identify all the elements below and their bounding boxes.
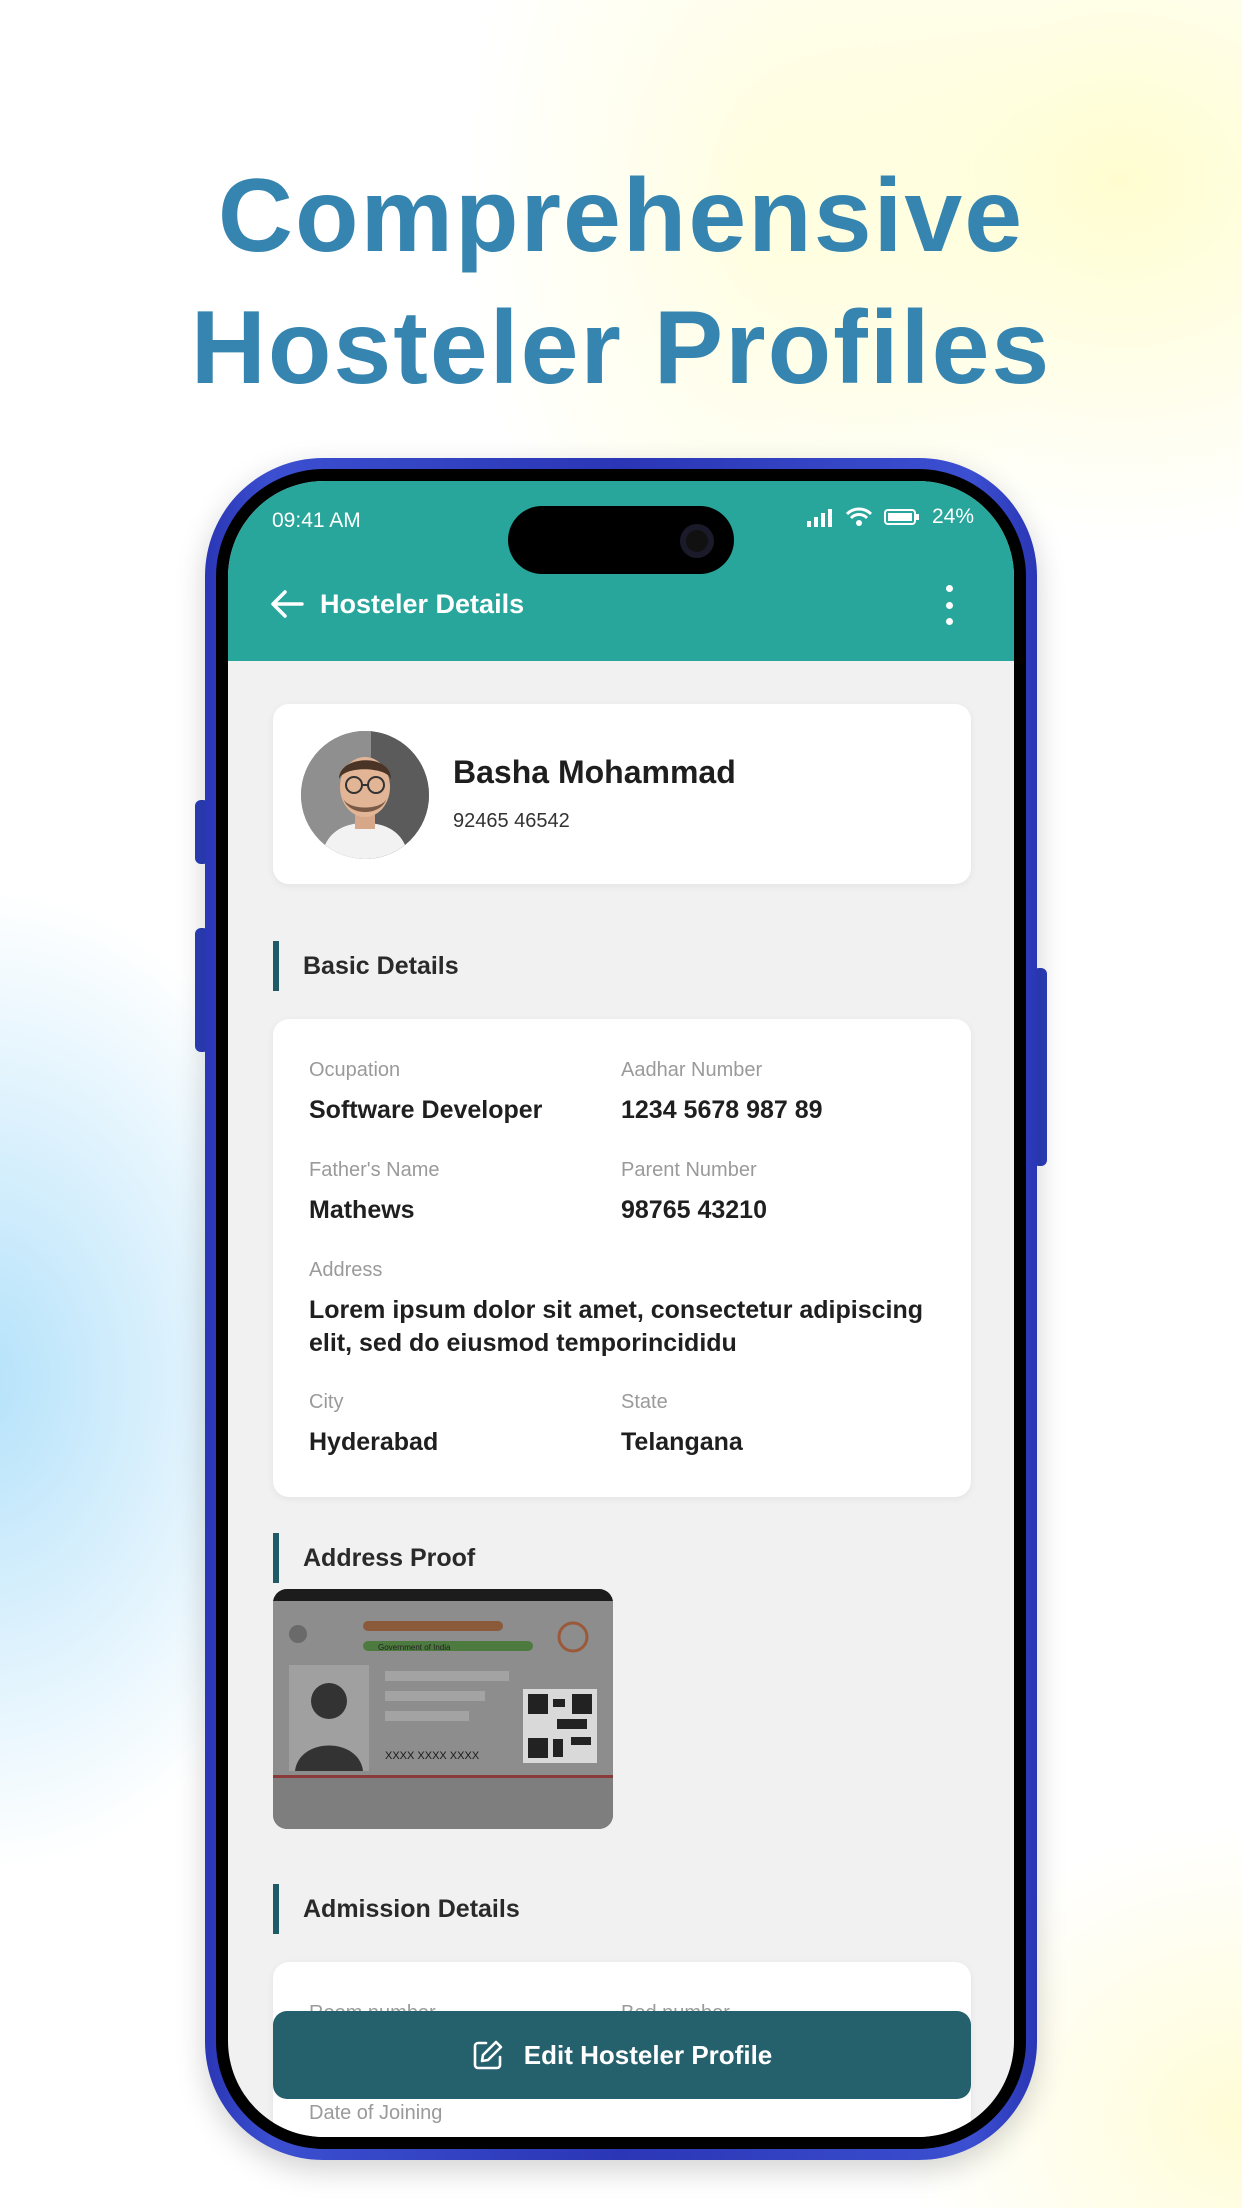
date-field: Date of Joining 13-05-2023 [309, 2102, 442, 2137]
father-field: Father's Name Mathews [309, 1159, 440, 1227]
parent-number-label: Parent Number [621, 1159, 757, 1181]
occupation-value: Software Developer [309, 1096, 543, 1124]
edit-profile-button[interactable]: Edit Hosteler Profile [273, 2011, 971, 2099]
profile-name: Basha Mohammad [453, 754, 736, 790]
basic-details-card: Ocupation Software Developer Aadhar Numb… [273, 1019, 971, 1497]
app-bar: 09:41 AM 24% Hosteler Details [228, 481, 1014, 661]
aadhar-label: Aadhar Number [621, 1059, 763, 1081]
city-label: City [309, 1391, 344, 1413]
section-basic-details: Basic Details [273, 941, 459, 991]
camera [680, 524, 714, 558]
parent-number-value: 98765 43210 [621, 1196, 767, 1224]
occupation-field: Ocupation Software Developer [309, 1059, 542, 1127]
signal-icon [806, 509, 832, 527]
address-field: Address Lorem ipsum dolor sit amet, cons… [309, 1259, 949, 1360]
father-value: Mathews [309, 1196, 415, 1224]
dynamic-island [508, 506, 734, 574]
address-label: Address [309, 1259, 383, 1281]
parent-number-field: Parent Number 98765 43210 [621, 1159, 767, 1227]
city-value: Hyderabad [309, 1428, 439, 1456]
phone-frame: 09:41 AM 24% Hosteler Details Basha Moha… [205, 458, 1037, 2160]
section-address-proof: Address Proof [273, 1533, 475, 1583]
card-header-text: Government of India [378, 1643, 451, 1652]
wifi-icon [845, 507, 872, 526]
profile-card: Basha Mohammad 92465 46542 [273, 704, 971, 884]
father-label: Father's Name [309, 1159, 440, 1181]
more-vertical-icon[interactable] [944, 585, 954, 625]
status-icons: 24% [806, 505, 974, 529]
city-field: City Hyderabad [309, 1391, 438, 1459]
aadhar-value: 1234 5678 987 89 [621, 1096, 823, 1124]
card-number-text: XXXX XXXX XXXX [385, 1750, 480, 1762]
edit-icon [473, 2040, 503, 2070]
state-label: State [621, 1391, 668, 1413]
aadhar-field: Aadhar Number 1234 5678 987 89 [621, 1059, 823, 1127]
occupation-label: Ocupation [309, 1059, 401, 1081]
headline: Comprehensive Hosteler Profiles [0, 150, 1242, 414]
headline-line-2: Hosteler Profiles [190, 290, 1052, 406]
section-admission-details: Admission Details [273, 1884, 520, 1934]
date-label: Date of Joining [309, 2102, 443, 2124]
status-time: 09:41 AM [272, 509, 361, 532]
phone-screen: 09:41 AM 24% Hosteler Details Basha Moha… [228, 481, 1014, 2137]
arrow-left-icon[interactable] [270, 589, 304, 619]
profile-phone: 92465 46542 [453, 810, 570, 832]
address-proof-image[interactable]: Government of India XXXX XXXX XXXX [273, 1589, 613, 1829]
battery-percent: 24% [931, 505, 974, 528]
edit-profile-label: Edit Hosteler Profile [523, 2039, 773, 2070]
avatar [301, 731, 429, 859]
battery-icon [883, 509, 919, 525]
headline-line-1: Comprehensive [217, 158, 1025, 274]
page-title: Hosteler Details [320, 589, 525, 619]
state-field: State Telangana [621, 1391, 743, 1459]
state-value: Telangana [621, 1428, 743, 1456]
address-value: Lorem ipsum dolor sit amet, consectetur … [309, 1296, 924, 1357]
